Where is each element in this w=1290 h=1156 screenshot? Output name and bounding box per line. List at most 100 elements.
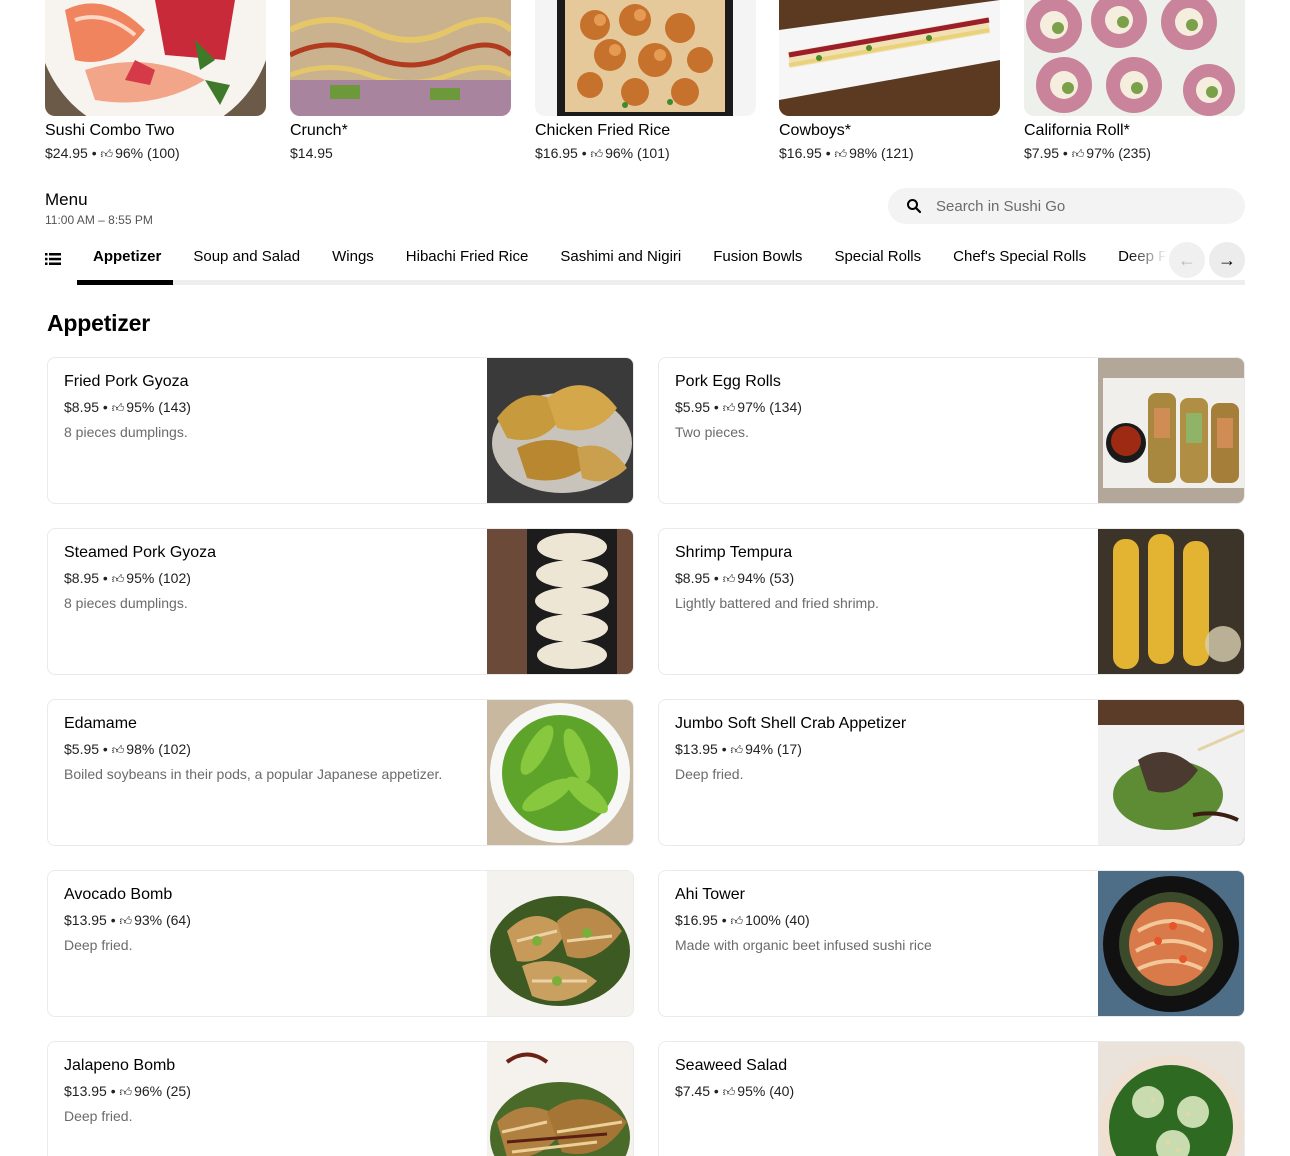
featured-item-price: $14.95 [290, 145, 333, 161]
featured-item-image[interactable] [45, 0, 266, 116]
item-rating-count: (102) [158, 741, 191, 757]
item-price: $7.45 [675, 1083, 711, 1099]
item-rating-count: (102) [158, 570, 191, 586]
featured-item-image[interactable] [779, 0, 1000, 116]
thumbs-up-icon: 👍︎ [119, 914, 133, 928]
thumbs-up-icon: 👍︎ [834, 147, 848, 161]
featured-item-card[interactable]: Sushi Combo Two $24.95 • 👍︎ 96% (100) [45, 0, 266, 164]
item-image[interactable] [487, 871, 633, 1016]
item-image[interactable] [1098, 529, 1244, 674]
item-description: Made with organic beet infused sushi ric… [675, 937, 932, 953]
item-rating-count: (143) [158, 399, 191, 415]
tab-soup-and-salad[interactable]: Soup and Salad [177, 240, 316, 276]
item-rating-count: (40) [784, 912, 810, 928]
featured-item-image[interactable] [1024, 0, 1245, 116]
menu-item-card[interactable]: Jalapeno Bomb $13.95 • 👍︎ 96% (25) Deep f… [47, 1041, 634, 1156]
item-name: Edamame [64, 715, 137, 732]
item-image[interactable] [487, 1042, 633, 1156]
tab-hibachi-fried-rice[interactable]: Hibachi Fried Rice [390, 240, 545, 276]
section-title: Appetizer [47, 310, 150, 336]
tab-wings[interactable]: Wings [316, 240, 390, 276]
item-name: Avocado Bomb [64, 886, 173, 903]
item-description: Lightly battered and fried shrimp. [675, 595, 879, 611]
featured-item-rating: 96% [115, 145, 144, 161]
menu-item-card[interactable]: Steamed Pork Gyoza $8.95 • 👍︎ 95% (102) 8… [47, 528, 634, 675]
tab-special-rolls[interactable]: Special Rolls [818, 240, 937, 276]
item-name: Jumbo Soft Shell Crab Appetizer [675, 715, 907, 732]
item-rating-count: (40) [769, 1083, 795, 1099]
search-bar[interactable] [888, 188, 1245, 224]
search-input[interactable] [936, 188, 1226, 224]
thumbs-up-icon: 👍︎ [590, 147, 604, 161]
featured-item-meta: $24.95 • 👍︎ 96% (100) [45, 142, 266, 164]
thumbs-up-icon: 👍︎ [119, 1085, 133, 1099]
menu-item-card[interactable]: Fried Pork Gyoza $8.95 • 👍︎ 95% (143) 8 p… [47, 357, 634, 504]
featured-item-name: Chicken Fried Rice [535, 122, 671, 139]
item-description: Deep fried. [64, 937, 133, 953]
featured-item-rating: 96% [605, 145, 634, 161]
item-rating: 97% [737, 399, 766, 415]
tab-sashimi-and-nigiri[interactable]: Sashimi and Nigiri [544, 240, 697, 276]
thumbs-up-icon: 👍︎ [111, 572, 125, 586]
arrow-left-icon: ← [1178, 250, 1196, 270]
featured-item-price: $24.95 [45, 145, 88, 161]
active-tab-indicator [77, 280, 173, 285]
featured-item-image[interactable] [290, 0, 511, 116]
item-name: Seaweed Salad [675, 1057, 788, 1074]
featured-item-rating-count: (101) [636, 145, 670, 161]
featured-item-name: California Roll* [1024, 122, 1130, 139]
featured-item-name: Sushi Combo Two [45, 122, 175, 139]
item-rating: 95% [126, 570, 155, 586]
item-image[interactable] [487, 529, 633, 674]
featured-item-meta: $14.95 [290, 142, 511, 164]
menu-item-card[interactable]: Jumbo Soft Shell Crab Appetizer $13.95 •… [658, 699, 1245, 846]
item-rating-count: (25) [165, 1083, 191, 1099]
item-price: $16.95 [675, 912, 718, 928]
featured-item-rating-count: (100) [146, 145, 180, 161]
scroll-left-button[interactable]: ← [1169, 242, 1205, 278]
item-rating: 95% [126, 399, 155, 415]
search-icon [907, 199, 922, 214]
item-meta: $13.95 • 👍︎ 93% (64) [64, 912, 191, 928]
item-rating-count: (17) [776, 741, 802, 757]
featured-item-image[interactable] [535, 0, 756, 116]
scroll-right-button[interactable]: → [1209, 242, 1245, 278]
item-image[interactable] [1098, 358, 1244, 503]
item-description: Deep fried. [675, 766, 744, 782]
tabs-track [77, 280, 1245, 285]
item-rating: 95% [737, 1083, 766, 1099]
item-image[interactable] [1098, 1042, 1244, 1156]
tabs-fade [1127, 240, 1167, 276]
menu-item-card[interactable]: Ahi Tower $16.95 • 👍︎ 100% (40) Made with… [658, 870, 1245, 1017]
item-image[interactable] [1098, 871, 1244, 1016]
menu-item-card[interactable]: Seaweed Salad $7.45 • 👍︎ 95% (40) [658, 1041, 1245, 1156]
thumbs-up-icon: 👍︎ [730, 914, 744, 928]
menu-item-card[interactable]: Avocado Bomb $13.95 • 👍︎ 93% (64) Deep fr… [47, 870, 634, 1017]
thumbs-up-icon: 👍︎ [111, 743, 125, 757]
menu-item-card[interactable]: Edamame $5.95 • 👍︎ 98% (102) Boiled soybe… [47, 699, 634, 846]
item-meta: $5.95 • 👍︎ 98% (102) [64, 741, 191, 757]
featured-item-card[interactable]: Crunch* $14.95 [290, 0, 511, 164]
featured-item-card[interactable]: California Roll* $7.95 • 👍︎ 97% (235) [1024, 0, 1245, 164]
tab-chefs-special-rolls[interactable]: Chef's Special Rolls [937, 240, 1102, 276]
item-rating: 96% [134, 1083, 163, 1099]
item-price: $8.95 [64, 399, 100, 415]
item-image[interactable] [487, 700, 633, 845]
item-name: Steamed Pork Gyoza [64, 544, 217, 561]
tab-fusion-bowls[interactable]: Fusion Bowls [697, 240, 818, 276]
list-menu-icon[interactable] [45, 252, 61, 266]
menu-item-card[interactable]: Pork Egg Rolls $5.95 • 👍︎ 97% (134) Two p… [658, 357, 1245, 504]
featured-item-card[interactable]: Chicken Fried Rice $16.95 • 👍︎ 96% (101) [535, 0, 756, 164]
featured-item-card[interactable]: Cowboys* $16.95 • 👍︎ 98% (121) [779, 0, 1000, 164]
menu-item-card[interactable]: Shrimp Tempura $8.95 • 👍︎ 94% (53) Lightl… [658, 528, 1245, 675]
tab-appetizer[interactable]: Appetizer [77, 240, 177, 276]
item-meta: $8.95 • 👍︎ 95% (102) [64, 570, 191, 586]
item-rating: 93% [134, 912, 163, 928]
item-meta: $7.45 • 👍︎ 95% (40) [675, 1083, 795, 1099]
item-price: $8.95 [64, 570, 100, 586]
item-image[interactable] [487, 358, 633, 503]
item-image[interactable] [1098, 700, 1244, 845]
item-price: $5.95 [675, 399, 711, 415]
featured-item-rating: 97% [1086, 145, 1115, 161]
item-meta: $5.95 • 👍︎ 97% (134) [675, 399, 802, 415]
